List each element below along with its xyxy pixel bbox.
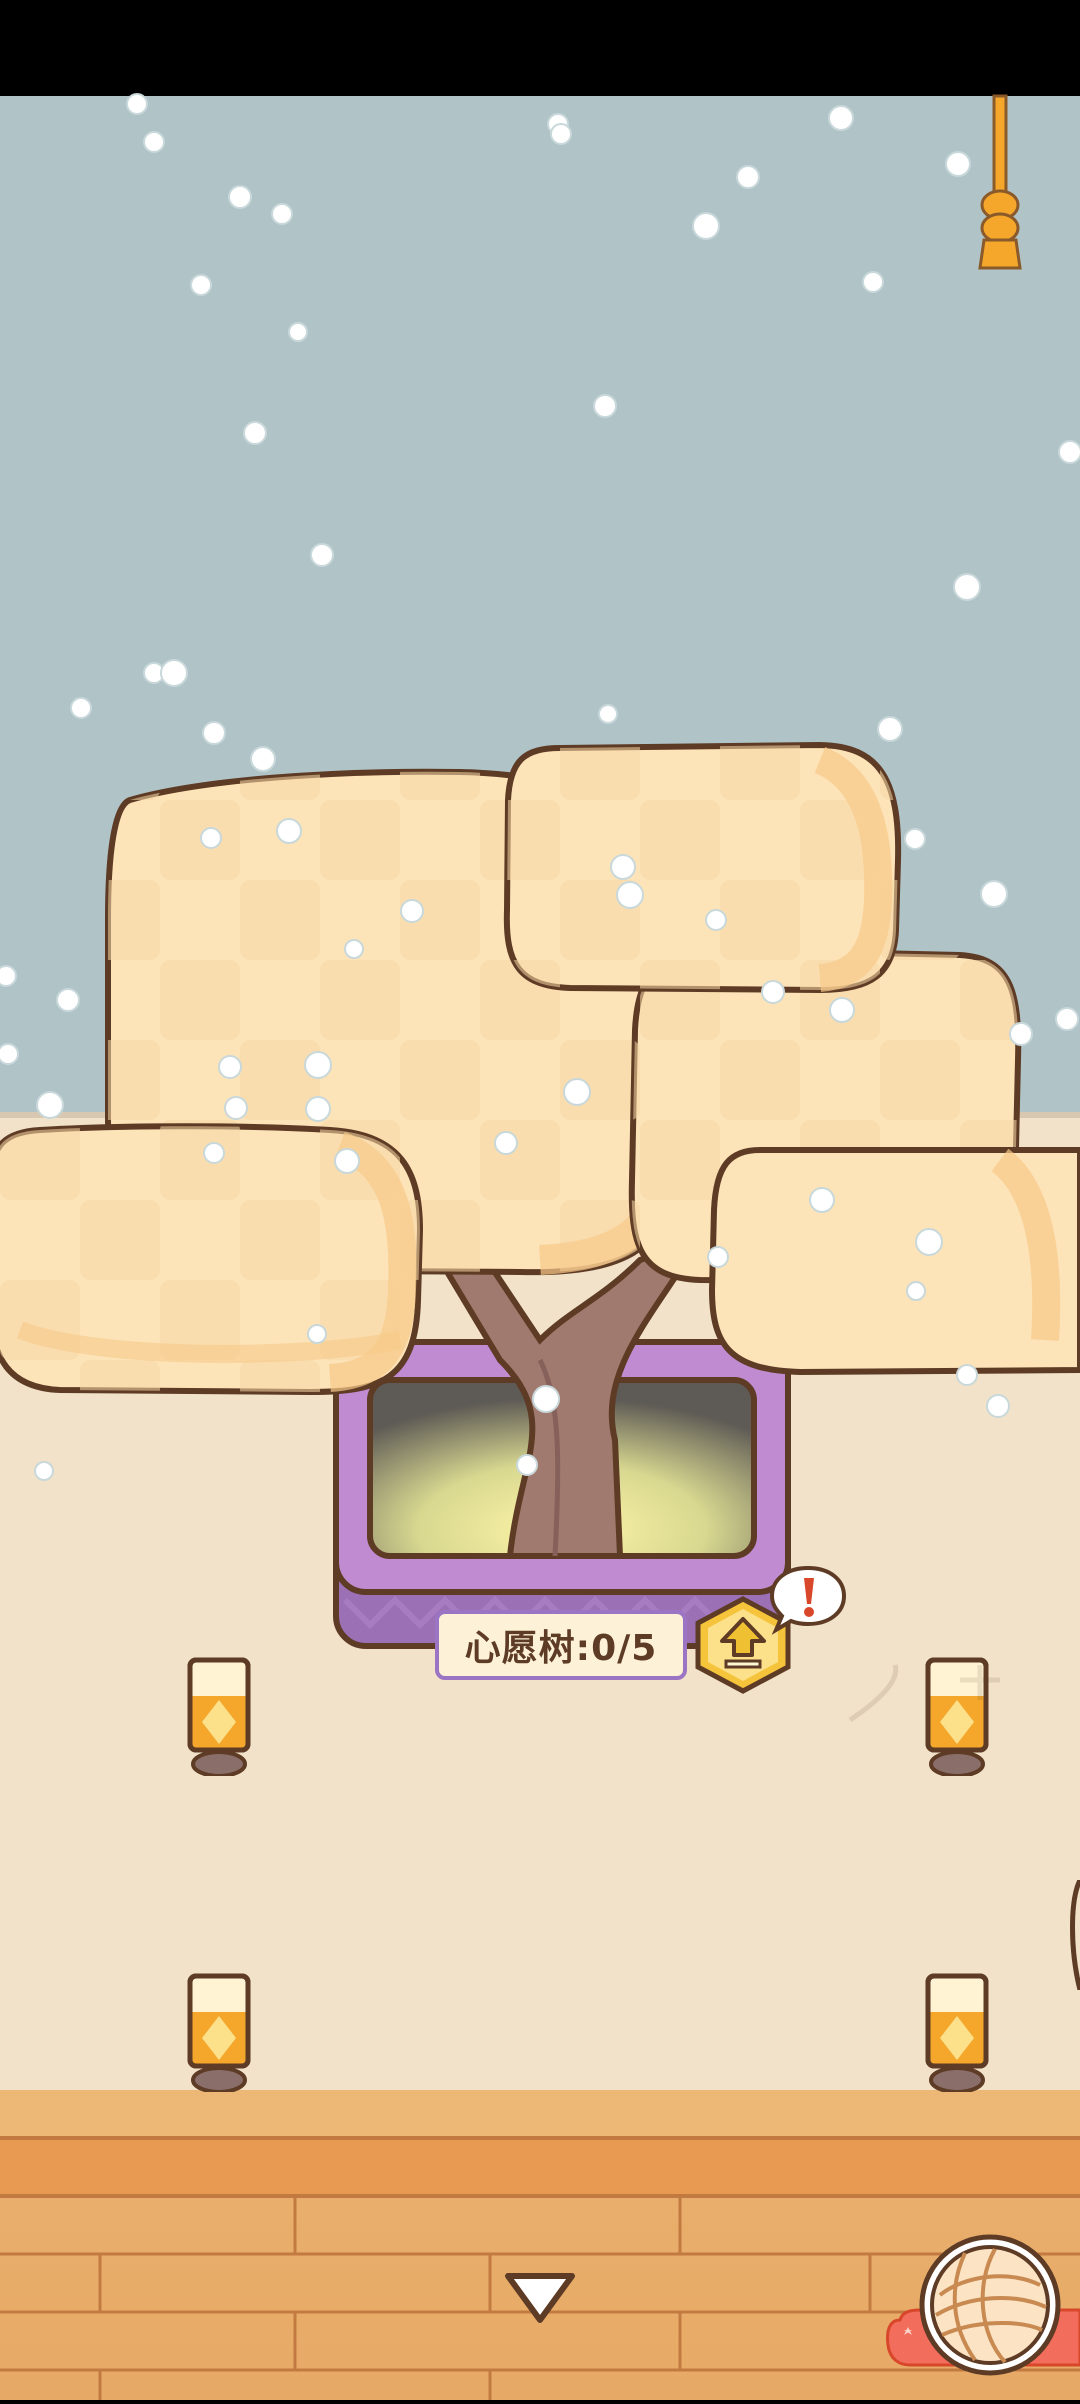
game-scene <box>0 0 1080 2400</box>
lantern-left-lower <box>190 1976 248 2092</box>
collapse-menu-button[interactable] <box>500 2268 580 2330</box>
exclamation-icon <box>769 1565 847 1635</box>
wish-tree-progress-text: 心愿树:0/5 <box>464 1628 658 1669</box>
lantern-right-upper <box>928 1660 986 1776</box>
yarn-ball-button[interactable] <box>880 2225 1080 2400</box>
lantern-left-upper <box>190 1660 248 1776</box>
lantern-right-lower <box>928 1976 986 2092</box>
status-bar <box>0 0 1080 96</box>
alert-badge <box>768 1564 848 1636</box>
chevron-down-triangle-icon <box>505 2273 575 2323</box>
yarn-ball-icon <box>886 2234 1080 2376</box>
offscreen-item-edge <box>1068 1878 1080 1991</box>
wish-tree-progress-label: 心愿树:0/5 <box>435 1610 687 1680</box>
